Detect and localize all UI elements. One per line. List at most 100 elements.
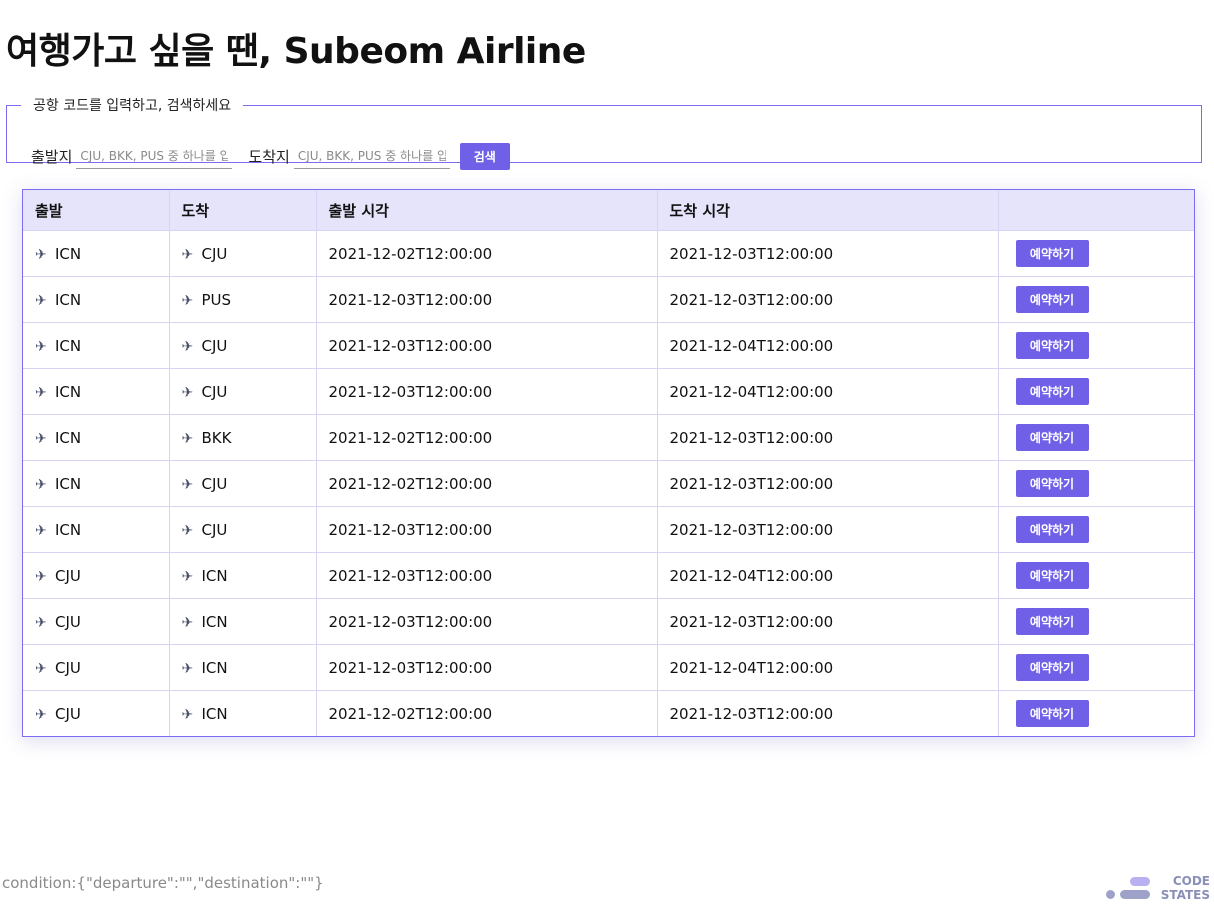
- destination-code: CJU: [201, 382, 228, 401]
- departure-code: CJU: [55, 612, 81, 631]
- cell-departure: ✈ ICN: [23, 460, 170, 507]
- destination-code: CJU: [201, 336, 228, 355]
- cell-destination: ✈ ICN: [169, 598, 317, 645]
- destination-input[interactable]: [293, 143, 450, 169]
- airplane-arrival-icon: ✈: [181, 476, 194, 493]
- book-button[interactable]: 예약하기: [1015, 470, 1089, 497]
- book-button[interactable]: 예약하기: [1015, 424, 1089, 451]
- destination-code: CJU: [201, 474, 228, 493]
- airplane-arrival-icon: ✈: [181, 384, 194, 401]
- cell-destination: ✈ CJU: [169, 322, 317, 369]
- cell-action: 예약하기: [998, 414, 1194, 461]
- cell-action: 예약하기: [998, 276, 1194, 323]
- cell-departure-time: 2021-12-02T12:00:00: [316, 460, 658, 507]
- destination-code: ICN: [201, 658, 228, 677]
- cell-action: 예약하기: [998, 690, 1194, 736]
- departure-label: 출발지: [31, 147, 73, 166]
- cell-action: 예약하기: [998, 506, 1194, 553]
- cell-arrival-time: 2021-12-04T12:00:00: [657, 644, 999, 691]
- cell-departure: ✈ CJU: [23, 552, 170, 599]
- departure-code: CJU: [55, 704, 81, 723]
- table-header-row: 출발 도착 출발 시각 도착 시각: [23, 190, 1194, 231]
- cell-destination: ✈ CJU: [169, 368, 317, 415]
- cell-departure: ✈ ICN: [23, 368, 170, 415]
- destination-code: PUS: [201, 290, 232, 309]
- cell-arrival-time: 2021-12-03T12:00:00: [657, 690, 999, 736]
- cell-departure-time: 2021-12-02T12:00:00: [316, 230, 658, 277]
- book-button[interactable]: 예약하기: [1015, 608, 1089, 635]
- departure-code: ICN: [55, 290, 82, 309]
- departure-code: ICN: [55, 474, 82, 493]
- cell-departure-time: 2021-12-03T12:00:00: [316, 322, 658, 369]
- cell-departure: ✈ CJU: [23, 598, 170, 645]
- header-destination: 도착: [169, 190, 317, 231]
- cell-destination: ✈ CJU: [169, 506, 317, 553]
- cell-action: 예약하기: [998, 460, 1194, 507]
- cell-departure: ✈ ICN: [23, 506, 170, 553]
- cell-departure-time: 2021-12-03T12:00:00: [316, 506, 658, 553]
- header-departure: 출발: [23, 190, 170, 231]
- airplane-departure-icon: ✈: [35, 246, 47, 263]
- book-button[interactable]: 예약하기: [1015, 700, 1089, 727]
- cell-arrival-time: 2021-12-03T12:00:00: [657, 230, 999, 277]
- search-row: 출발지 도착지 검색: [31, 141, 510, 171]
- cell-destination: ✈ CJU: [169, 460, 317, 507]
- book-button[interactable]: 예약하기: [1015, 562, 1089, 589]
- cell-action: 예약하기: [998, 644, 1194, 691]
- table-row: ✈ CJU ✈ ICN 2021-12-02T12:00:00 2021-12-03T12…: [23, 690, 1194, 736]
- table-row: ✈ ICN ✈ CJU 2021-12-03T12:00:00 2021-12-03T12…: [23, 506, 1194, 553]
- destination-code: CJU: [201, 520, 228, 539]
- departure-code: ICN: [55, 428, 82, 447]
- flight-table-body: ✈ ICN ✈ CJU 2021-12-02T12:00:00 2021-12-03T12…: [23, 230, 1194, 736]
- cell-departure: ✈ ICN: [23, 414, 170, 461]
- airplane-arrival-icon: ✈: [181, 660, 194, 677]
- book-button[interactable]: 예약하기: [1015, 378, 1089, 405]
- departure-input[interactable]: [76, 143, 233, 169]
- cell-arrival-time: 2021-12-03T12:00:00: [657, 276, 999, 323]
- airplane-departure-icon: ✈: [35, 706, 47, 723]
- book-button[interactable]: 예약하기: [1015, 332, 1089, 359]
- airplane-departure-icon: ✈: [35, 430, 47, 447]
- table-row: ✈ ICN ✈ CJU 2021-12-02T12:00:00 2021-12-03T12…: [23, 230, 1194, 277]
- table-row: ✈ ICN ✈ BKK 2021-12-02T12:00:00 2021-12-03T12…: [23, 414, 1194, 461]
- table-row: ✈ ICN ✈ CJU 2021-12-02T12:00:00 2021-12-03T12…: [23, 460, 1194, 507]
- airplane-departure-icon: ✈: [35, 476, 47, 493]
- cell-destination: ✈ ICN: [169, 644, 317, 691]
- destination-code: CJU: [201, 244, 228, 263]
- airplane-departure-icon: ✈: [35, 660, 47, 677]
- page: 여행가고 싶을 땐, Subeom Airline 공항 코드를 입력하고, 검…: [0, 0, 1214, 904]
- cell-departure: ✈ ICN: [23, 230, 170, 277]
- cell-departure-time: 2021-12-03T12:00:00: [316, 644, 658, 691]
- search-button[interactable]: 검색: [459, 142, 510, 170]
- airplane-arrival-icon: ✈: [181, 430, 194, 447]
- destination-code: ICN: [201, 566, 228, 585]
- airplane-arrival-icon: ✈: [181, 706, 194, 723]
- cell-action: 예약하기: [998, 598, 1194, 645]
- cell-departure-time: 2021-12-03T12:00:00: [316, 368, 658, 415]
- book-button[interactable]: 예약하기: [1015, 240, 1089, 267]
- cell-departure-time: 2021-12-03T12:00:00: [316, 552, 658, 599]
- table-row: ✈ ICN ✈ PUS 2021-12-03T12:00:00 2021-12-03T12…: [23, 276, 1194, 323]
- cell-arrival-time: 2021-12-04T12:00:00: [657, 552, 999, 599]
- page-title: 여행가고 싶을 땐, Subeom Airline: [6, 31, 586, 72]
- book-button[interactable]: 예약하기: [1015, 654, 1089, 681]
- flight-table-container: 출발 도착 출발 시각 도착 시각 ✈ ICN ✈ CJU 2021-12-02T12:…: [22, 189, 1195, 737]
- departure-code: ICN: [55, 520, 82, 539]
- cell-departure-time: 2021-12-03T12:00:00: [316, 598, 658, 645]
- cell-action: 예약하기: [998, 552, 1194, 599]
- codestates-logo: CODE STATES: [1106, 874, 1210, 902]
- destination-code: ICN: [201, 704, 228, 723]
- cell-destination: ✈ PUS: [169, 276, 317, 323]
- departure-code: ICN: [55, 382, 82, 401]
- header-departure-time: 출발 시각: [316, 190, 658, 231]
- logo-text-line1: CODE: [1172, 874, 1210, 888]
- airplane-departure-icon: ✈: [35, 568, 47, 585]
- airplane-arrival-icon: ✈: [181, 568, 194, 585]
- table-row: ✈ ICN ✈ CJU 2021-12-03T12:00:00 2021-12-04T12…: [23, 368, 1194, 415]
- airplane-arrival-icon: ✈: [181, 522, 194, 539]
- book-button[interactable]: 예약하기: [1015, 516, 1089, 543]
- cell-departure: ✈ ICN: [23, 322, 170, 369]
- book-button[interactable]: 예약하기: [1015, 286, 1089, 313]
- departure-code: ICN: [55, 336, 82, 355]
- flight-table: 출발 도착 출발 시각 도착 시각 ✈ ICN ✈ CJU 2021-12-02T12:…: [23, 190, 1194, 736]
